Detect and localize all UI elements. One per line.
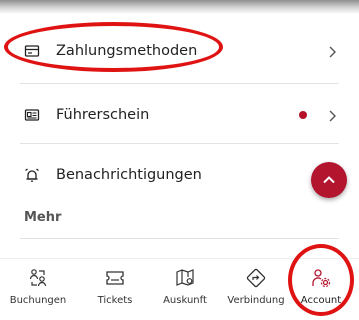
chevron-up-icon bbox=[323, 176, 335, 184]
section-heading: Mehr bbox=[24, 210, 62, 225]
nav-item-info[interactable]: Auskunft bbox=[149, 267, 221, 317]
nav-item-tickets[interactable]: Tickets bbox=[79, 267, 151, 317]
menu-item-label: Benachrichtigungen bbox=[56, 167, 202, 183]
notification-dot bbox=[299, 111, 307, 119]
nav-label: Auskunft bbox=[163, 295, 207, 306]
direction-icon bbox=[246, 268, 266, 288]
divider bbox=[20, 238, 339, 239]
account-icon bbox=[312, 269, 331, 288]
ticket-icon bbox=[106, 271, 124, 285]
menu-item-payment-methods[interactable]: Zahlungsmethoden bbox=[0, 20, 359, 82]
nav-label: Account bbox=[300, 295, 342, 306]
bookings-icon bbox=[29, 269, 47, 287]
nav-label: Tickets bbox=[97, 295, 133, 306]
menu-item-drivers-license[interactable]: Führerschein bbox=[0, 84, 359, 146]
scroll-up-button[interactable] bbox=[311, 162, 347, 198]
nav-label: Buchungen bbox=[9, 295, 67, 306]
chevron-right-icon bbox=[327, 108, 337, 122]
id-card-icon bbox=[24, 107, 40, 123]
nav-label: Verbindung bbox=[227, 295, 285, 306]
menu-item-notifications[interactable]: Benachrichtigungen bbox=[0, 144, 359, 206]
nav-item-bookings[interactable]: Buchungen bbox=[2, 267, 74, 317]
nav-item-account[interactable]: Account bbox=[285, 267, 357, 317]
nav-item-connection[interactable]: Verbindung bbox=[220, 267, 292, 317]
menu-item-label: Führerschein bbox=[56, 107, 150, 123]
chevron-right-icon bbox=[327, 44, 337, 58]
alarm-bell-icon bbox=[24, 167, 40, 183]
map-icon bbox=[176, 269, 194, 286]
header-shadow bbox=[0, 0, 359, 14]
credit-card-icon bbox=[24, 43, 40, 59]
menu-item-label: Zahlungsmethoden bbox=[56, 43, 198, 59]
bottom-navigation: Buchungen Tickets Auskunft Verbindung Ac… bbox=[0, 258, 359, 320]
